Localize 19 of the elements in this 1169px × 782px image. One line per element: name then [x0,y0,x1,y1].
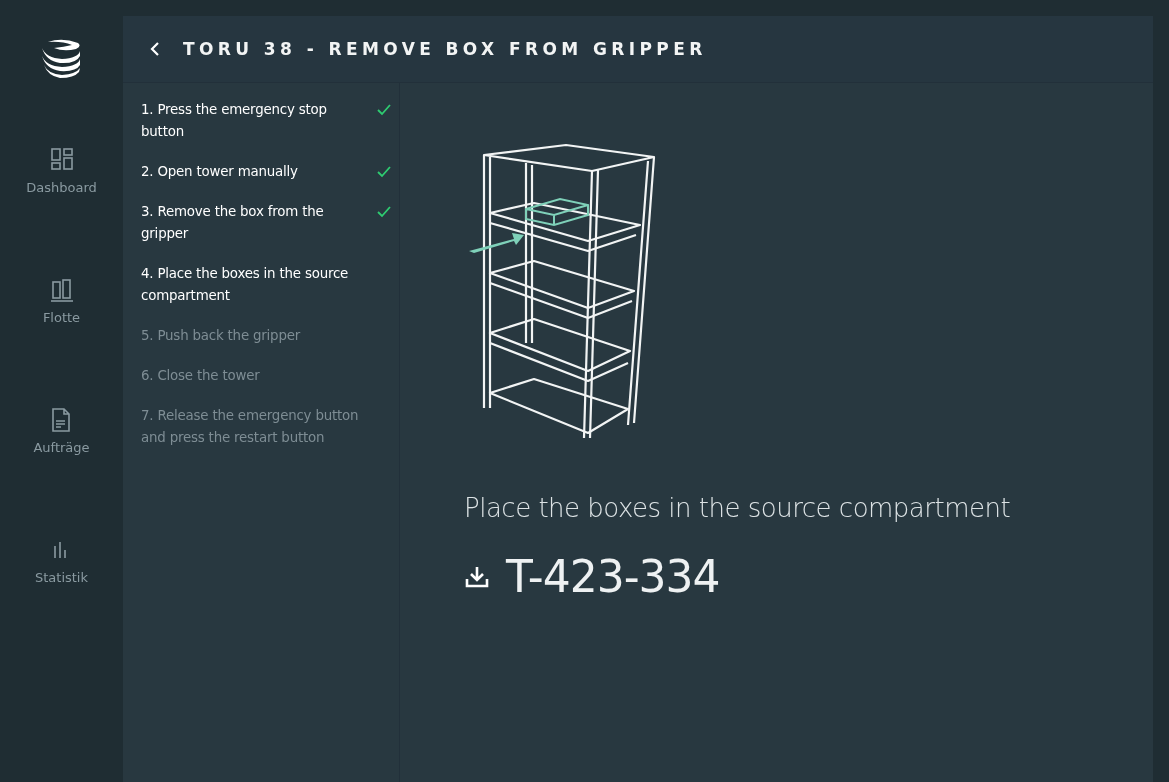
nav-item[interactable]: Flotte [42,278,81,408]
instruction-text: Place the boxes in the source compartment [464,493,1012,523]
step-item: 4. Place the boxes in the source compartment [141,265,350,305]
box-code: T-423-334 [506,551,720,602]
step-item: 6. Close the tower [141,367,261,385]
step-item: 7. Release the emergency button and press the restart button [141,407,360,447]
step-item: 1. Press the emergency stop button [141,99,393,143]
back-icon[interactable] [149,42,161,56]
nav-item[interactable]: Aufträge [33,408,90,538]
download-icon [464,564,490,589]
nav-item[interactable]: Dashboard [26,148,97,278]
nav-item[interactable]: Statistik [34,538,88,668]
page-title: TORU 38 - REMOVE BOX FROM GRIPPER [183,39,707,59]
grid-icon [50,148,73,172]
columns-icon [50,278,73,302]
step-item: 3. Remove the box from the gripper [141,201,393,245]
step-item: 5. Push back the gripper [141,327,302,345]
document-icon [50,408,73,432]
step-item: 2. Open tower manually [141,161,393,183]
